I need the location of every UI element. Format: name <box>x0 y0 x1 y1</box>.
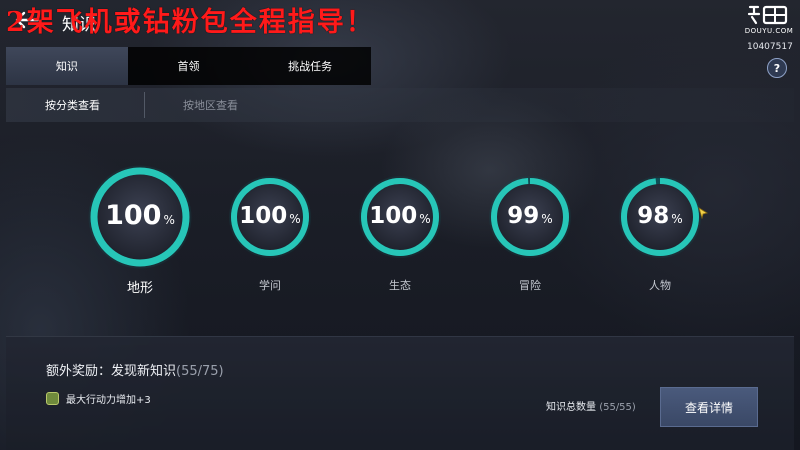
bonus-panel: 额外奖励：发现新知识(55/75) 最大行动力增加+3 知识总数量 (55/55… <box>6 336 794 450</box>
bonus-progress-count: (55/75) <box>176 364 224 379</box>
category-label: 学问 <box>259 279 281 292</box>
category-adventure[interactable]: 99% 冒险 <box>484 171 576 292</box>
tab-challenges[interactable]: 挑战任务 <box>249 47 371 85</box>
tab-knowledge[interactable]: 知识 <box>6 47 128 85</box>
category-label: 地形 <box>126 281 153 296</box>
douyu-logo-icon <box>747 5 788 25</box>
view-details-button[interactable]: 查看详情 <box>660 387 758 427</box>
subtab-divider <box>144 92 145 118</box>
percent-unit: % <box>163 213 175 228</box>
help-button[interactable]: ? <box>767 58 787 78</box>
reward-item: 最大行动力增加+3 <box>46 391 151 406</box>
category-percent: 100% <box>354 203 446 229</box>
category-ecology[interactable]: 100% 生态 <box>354 171 446 292</box>
percent-value: 100 <box>105 200 162 232</box>
percent-unit: % <box>419 211 431 226</box>
category-knowledge[interactable]: 100% 学问 <box>224 171 316 292</box>
stream-watermark-text: 2架飞机或钻粉包全程指导！ <box>6 7 375 38</box>
bonus-title: 额外奖励：发现新知识(55/75) <box>46 360 224 379</box>
knowledge-total-label: 知识总数量 <box>546 402 596 413</box>
room-id: 10407517 <box>747 42 793 52</box>
bonus-title-text: 额外奖励：发现新知识 <box>46 364 177 379</box>
category-percent: 100% <box>83 200 197 231</box>
help-icon: ? <box>773 61 781 75</box>
main-tabs: 知识 首领 挑战任务 <box>6 47 371 85</box>
category-percent: 99% <box>484 203 576 229</box>
category-percent: 98% <box>614 203 706 229</box>
reward-badge-icon <box>46 392 59 405</box>
category-label: 冒险 <box>519 279 541 292</box>
percent-value: 98 <box>637 202 670 229</box>
percent-unit: % <box>289 211 301 226</box>
category-characters[interactable]: 98% 人物 <box>614 171 706 292</box>
percent-value: 100 <box>239 202 288 229</box>
tab-bosses[interactable]: 首领 <box>128 47 250 85</box>
category-terrain[interactable]: 100% 地形 <box>83 160 197 296</box>
category-label: 人物 <box>649 279 671 292</box>
view-mode-bar: 按分类查看 按地区查看 <box>6 88 794 122</box>
knowledge-total-count: (55/55) <box>599 402 636 413</box>
percent-unit: % <box>671 211 683 226</box>
percent-value: 99 <box>507 202 540 229</box>
douyu-logo: DOUYU.COM <box>744 4 794 38</box>
category-label: 生态 <box>389 279 411 292</box>
percent-unit: % <box>541 211 553 226</box>
percent-value: 100 <box>369 202 418 229</box>
subtab-by-region[interactable]: 按地区查看 <box>183 88 238 122</box>
knowledge-total: 知识总数量 (55/55) <box>546 398 636 413</box>
mouse-cursor-icon <box>698 207 708 219</box>
subtab-by-category[interactable]: 按分类查看 <box>45 88 100 122</box>
douyu-logo-text: DOUYU.COM <box>744 27 794 35</box>
category-percent: 100% <box>224 203 316 229</box>
reward-text: 最大行动力增加+3 <box>66 395 151 406</box>
